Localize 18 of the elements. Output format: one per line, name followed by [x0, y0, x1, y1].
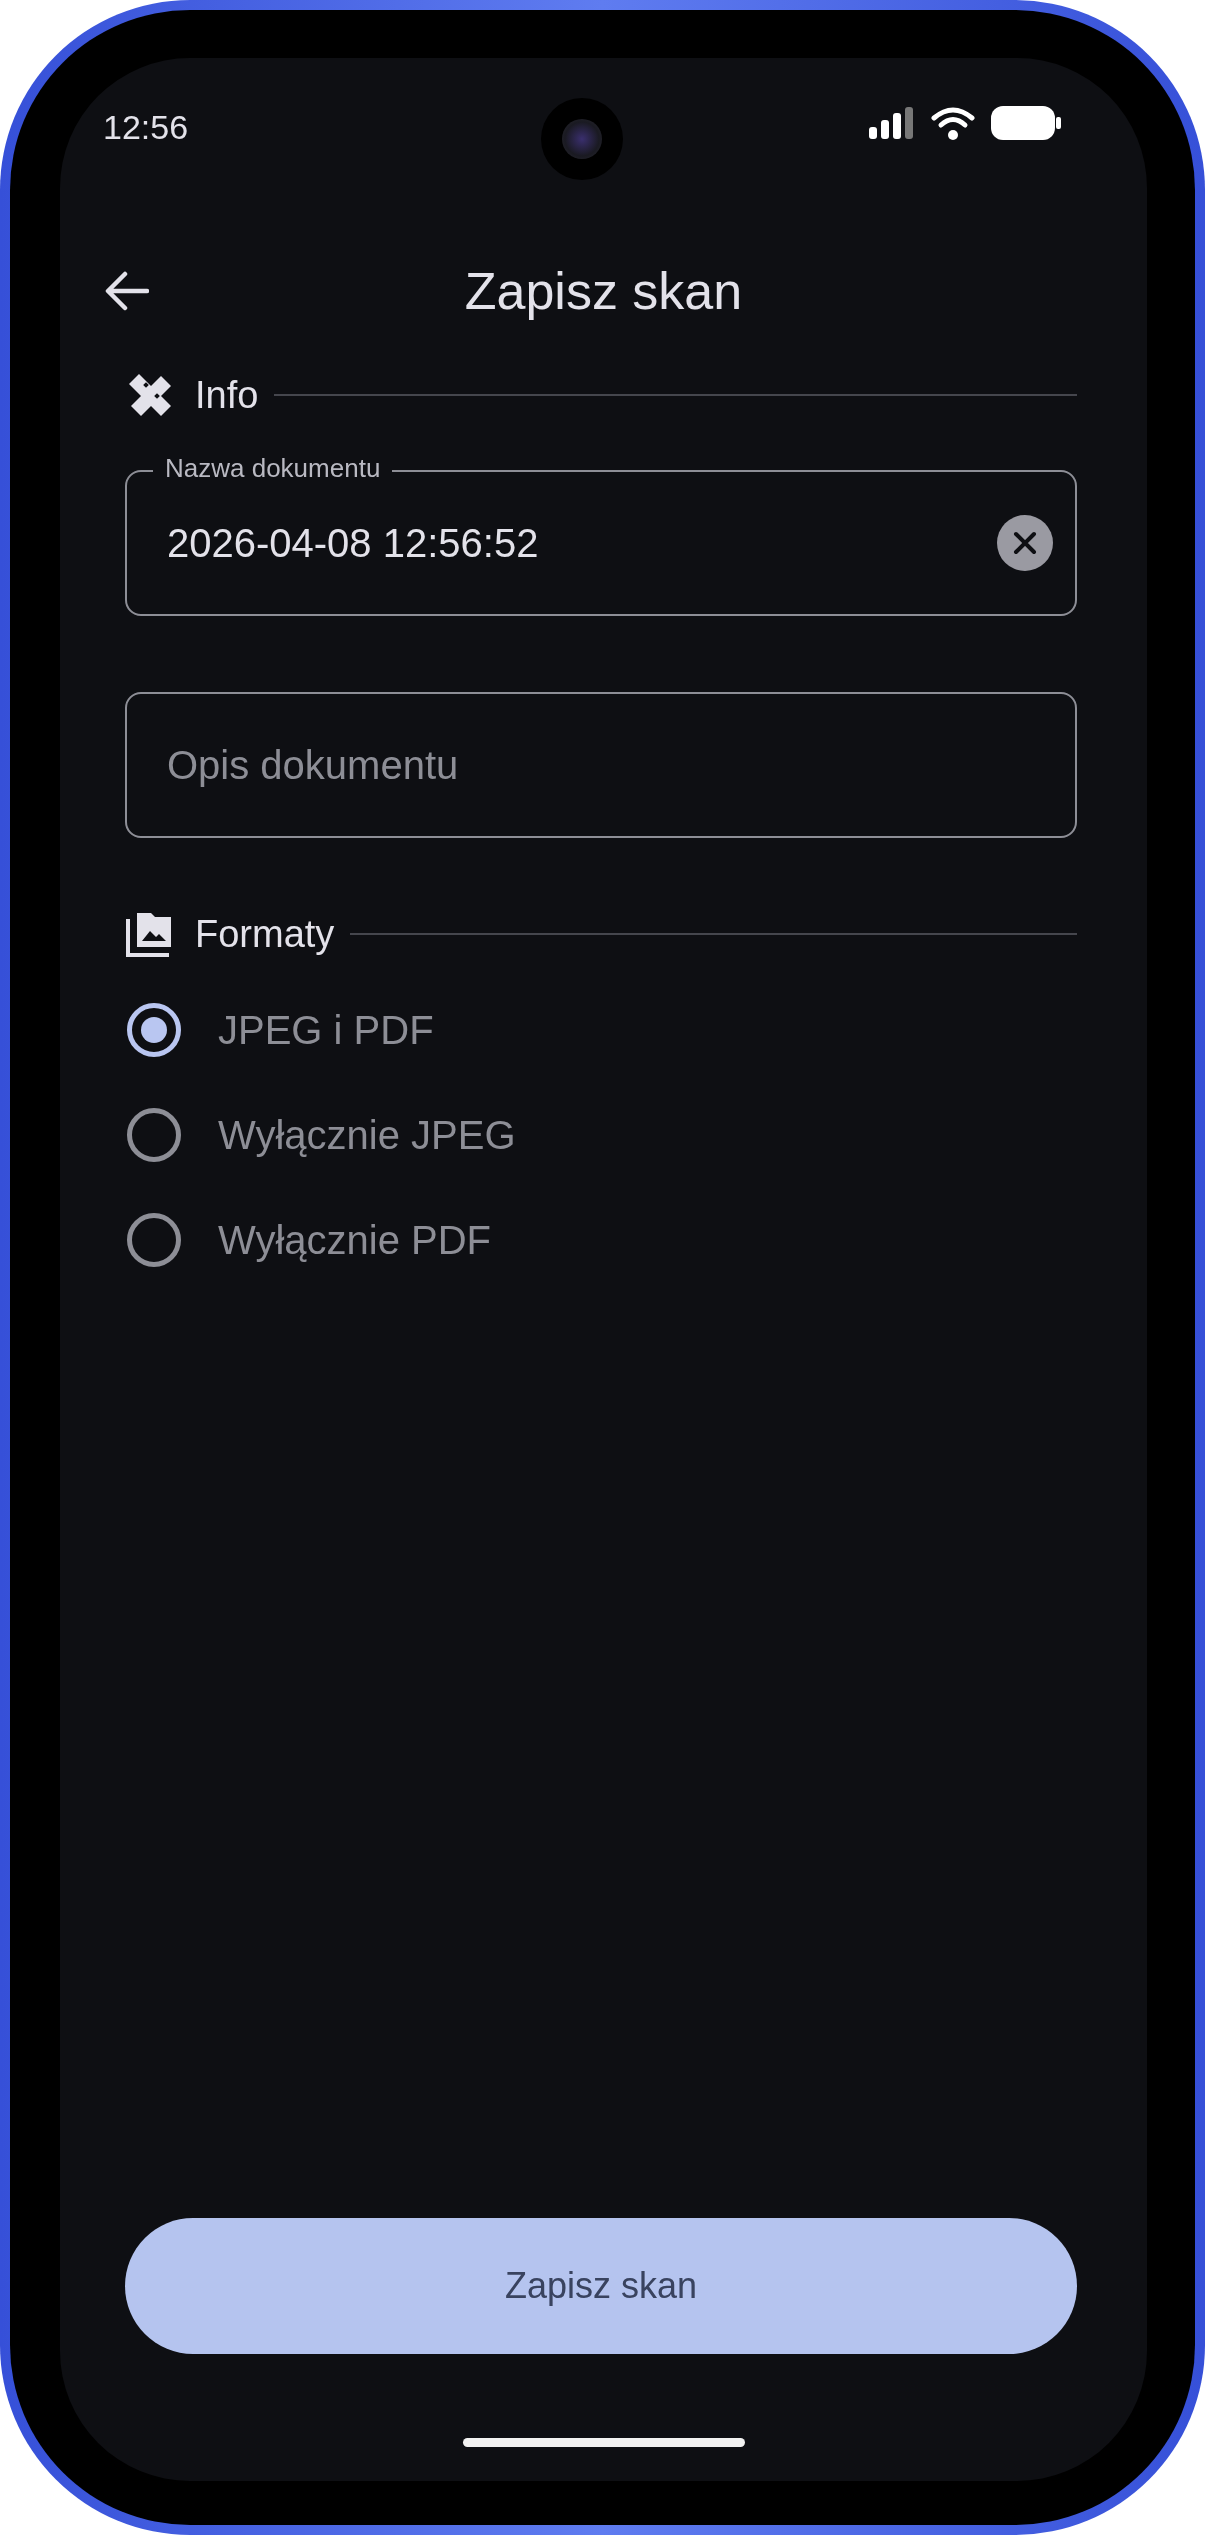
screen-title: Zapisz skan: [463, 261, 744, 322]
close-icon: [1013, 531, 1037, 555]
radio-button[interactable]: [127, 1212, 181, 1267]
back-arrow-icon: [105, 271, 149, 311]
radio-option[interactable]: Wyłącznie PDF: [125, 1187, 1077, 1292]
section-title: Formaty: [195, 911, 335, 957]
radio-option[interactable]: JPEG i PDF: [125, 977, 1077, 1082]
wifi-icon: [931, 106, 975, 140]
section-title: Info: [195, 372, 259, 418]
signal-icon: [869, 107, 915, 139]
battery-icon: [991, 106, 1061, 140]
radio-option[interactable]: Wyłącznie JPEG: [125, 1082, 1077, 1187]
clock-time: 12:56: [103, 107, 190, 148]
radio-button[interactable]: [127, 1107, 181, 1162]
radio-button[interactable]: [127, 1002, 181, 1057]
description-field[interactable]: Opis dokumentu: [125, 692, 1077, 838]
clear-button[interactable]: [997, 515, 1053, 571]
save-button[interactable]: Zapisz skan: [125, 2218, 1077, 2354]
